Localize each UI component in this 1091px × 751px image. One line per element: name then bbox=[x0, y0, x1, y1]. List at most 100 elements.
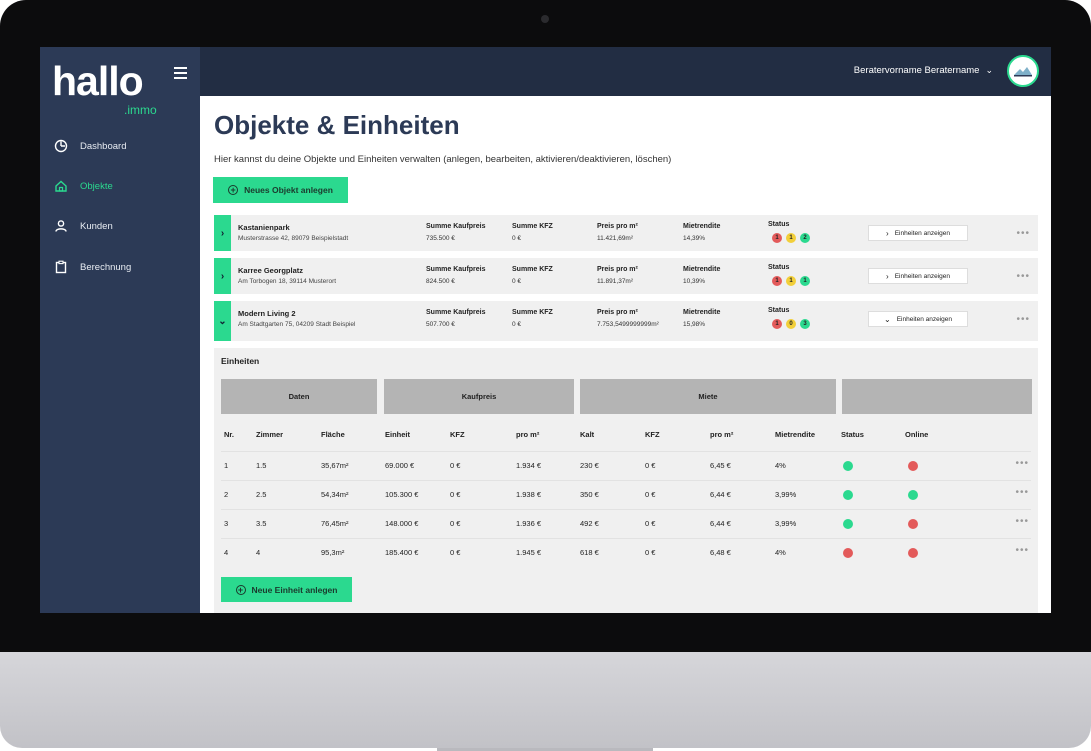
th-nr: Nr. bbox=[224, 430, 235, 439]
cell-miete-kfz: 0 € bbox=[645, 548, 656, 557]
cell-kalt: 230 € bbox=[580, 461, 599, 470]
cell-kfz: 0 € bbox=[450, 548, 461, 557]
cell-zimmer: 4 bbox=[256, 548, 261, 557]
more-options-icon[interactable]: ••• bbox=[1015, 545, 1029, 556]
value-mietrendite: 14,39% bbox=[683, 235, 706, 242]
more-options-icon[interactable]: ••• bbox=[1015, 458, 1029, 469]
cell-miete-kfz: 0 € bbox=[645, 490, 656, 499]
online-dot-red[interactable] bbox=[908, 548, 918, 558]
new-unit-button[interactable]: + Neue Einheit anlegen bbox=[221, 577, 352, 602]
cell-miete-pro-qm: 6,45 € bbox=[710, 461, 731, 470]
col-header-mietrendite: Mietrendite bbox=[683, 266, 721, 273]
cell-kfz: 0 € bbox=[450, 519, 461, 528]
chevron-right-icon: › bbox=[886, 228, 889, 238]
group-header-kaufpreis: Kaufpreis bbox=[384, 379, 574, 414]
status-badge-yellow: 1 bbox=[786, 233, 796, 243]
more-options-icon[interactable]: ••• bbox=[1015, 487, 1029, 498]
status-counts: 1 1 2 bbox=[772, 233, 810, 243]
object-row[interactable]: ⌄ Modern Living 2 Am Stadtgarten 75, 042… bbox=[214, 301, 1038, 341]
hamburger-menu-icon[interactable] bbox=[174, 67, 187, 82]
user-icon bbox=[52, 217, 70, 235]
th-mietrendite: Mietrendite bbox=[775, 430, 816, 439]
value-mietrendite: 15,98% bbox=[683, 321, 706, 328]
online-dot-red[interactable] bbox=[908, 519, 918, 529]
group-header-empty bbox=[842, 379, 1032, 414]
col-header-preis-qm: Preis pro m² bbox=[597, 223, 638, 230]
value-preis-qm: 7.753,5499999999m² bbox=[597, 321, 659, 328]
sidebar-item-objekte[interactable]: Objekte bbox=[52, 176, 113, 196]
status-badge-green: 2 bbox=[800, 233, 810, 243]
more-options-icon[interactable]: ••• bbox=[1016, 314, 1030, 325]
table-row[interactable]: 1 1.5 35,67m² 69.000 € 0 € 1.934 € 230 €… bbox=[221, 451, 1031, 481]
user-name: Beratervorname Beratername bbox=[853, 65, 980, 76]
cell-einheit: 148.000 € bbox=[385, 519, 419, 528]
cell-kalt: 350 € bbox=[580, 490, 599, 499]
more-options-icon[interactable]: ••• bbox=[1016, 271, 1030, 282]
logo: hallo bbox=[52, 58, 144, 104]
status-dot-green bbox=[843, 490, 853, 500]
col-header-preis-qm: Preis pro m² bbox=[597, 266, 638, 273]
value-preis-qm: 11.421,69m² bbox=[597, 235, 634, 242]
show-units-button[interactable]: › Einheiten anzeigen bbox=[868, 268, 968, 284]
cell-nr: 4 bbox=[224, 548, 229, 557]
cell-nr: 1 bbox=[224, 461, 229, 470]
sidebar-item-berechnung[interactable]: Berechnung bbox=[52, 257, 131, 277]
company-logo-icon bbox=[1014, 67, 1032, 77]
object-row[interactable]: › Kastanienpark Musterstrasse 42, 89079 … bbox=[214, 215, 1038, 251]
cell-zimmer: 1.5 bbox=[256, 461, 267, 470]
show-units-label: Einheiten anzeigen bbox=[894, 229, 950, 237]
cell-mietrendite: 4% bbox=[775, 461, 786, 470]
plus-circle-icon: + bbox=[228, 185, 239, 195]
status-dot-red bbox=[843, 548, 853, 558]
col-header-kfz: Summe KFZ bbox=[512, 309, 553, 316]
th-zimmer: Zimmer bbox=[256, 430, 284, 439]
new-object-label: Neues Objekt anlegen bbox=[244, 185, 333, 195]
table-row[interactable]: 2 2.5 54,34m² 105.300 € 0 € 1.938 € 350 … bbox=[221, 480, 1031, 510]
online-dot-red[interactable] bbox=[908, 461, 918, 471]
cell-mietrendite: 3,99% bbox=[775, 519, 797, 528]
cell-nr: 2 bbox=[224, 490, 229, 499]
cell-einheit: 69.000 € bbox=[385, 461, 415, 470]
new-object-button[interactable]: + Neues Objekt anlegen bbox=[213, 177, 348, 203]
th-status: Status bbox=[841, 430, 864, 439]
expand-chevron-right-icon[interactable]: › bbox=[214, 215, 231, 251]
sidebar-item-label: Berechnung bbox=[80, 261, 132, 273]
online-dot-green[interactable] bbox=[908, 490, 918, 500]
table-row[interactable]: 3 3.5 76,45m² 148.000 € 0 € 1.936 € 492 … bbox=[221, 509, 1031, 539]
clipboard-icon bbox=[52, 258, 70, 276]
cell-flaeche: 54,34m² bbox=[321, 490, 349, 499]
cell-einheit: 185.400 € bbox=[385, 548, 419, 557]
more-options-icon[interactable]: ••• bbox=[1016, 228, 1030, 239]
main-content: Objekte & Einheiten Hier kannst du deine… bbox=[200, 96, 1051, 613]
plus-circle-icon: + bbox=[235, 584, 246, 595]
chevron-down-icon: ⌄ bbox=[884, 314, 891, 324]
hide-units-button[interactable]: ⌄ Einheiten anzeigen bbox=[868, 311, 968, 327]
object-row[interactable]: › Karree Georgplatz Am Torbogen 18, 3911… bbox=[214, 258, 1038, 294]
sidebar-item-dashboard[interactable]: Dashboard bbox=[52, 136, 126, 156]
cell-nr: 3 bbox=[224, 519, 229, 528]
more-options-icon[interactable]: ••• bbox=[1015, 516, 1029, 527]
col-header-status: Status bbox=[768, 307, 790, 314]
value-preis-qm: 11.891,37m² bbox=[597, 278, 634, 285]
avatar[interactable] bbox=[1007, 55, 1039, 87]
chevron-right-icon: › bbox=[886, 271, 889, 281]
col-header-kfz: Summe KFZ bbox=[512, 266, 553, 273]
cell-miete-pro-qm: 6,44 € bbox=[710, 490, 731, 499]
value-kfz: 0 € bbox=[512, 321, 522, 328]
cell-miete-kfz: 0 € bbox=[645, 461, 656, 470]
sidebar-item-kunden[interactable]: Kunden bbox=[52, 216, 113, 236]
col-header-kaufpreis: Summe Kaufpreis bbox=[426, 309, 486, 316]
user-menu[interactable]: Beratervorname Beratername ⌄ bbox=[854, 65, 993, 76]
cell-pro-qm: 1.936 € bbox=[516, 519, 542, 528]
screen: hallo .immo Dashboard Objekte Kunden Ber… bbox=[40, 47, 1051, 613]
show-units-button[interactable]: › Einheiten anzeigen bbox=[868, 225, 968, 241]
status-badge-red: 1 bbox=[772, 276, 782, 286]
cell-pro-qm: 1.934 € bbox=[516, 461, 542, 470]
units-panel: Einheiten Daten Kaufpreis Miete Nr. Zimm… bbox=[214, 348, 1038, 613]
home-icon bbox=[52, 177, 70, 195]
object-name: Modern Living 2 bbox=[238, 309, 296, 318]
table-row[interactable]: 4 4 95,3m² 185.400 € 0 € 1.945 € 618 € 0… bbox=[221, 538, 1031, 568]
expand-chevron-right-icon[interactable]: › bbox=[214, 258, 231, 294]
expand-chevron-down-icon[interactable]: ⌄ bbox=[214, 301, 231, 341]
show-units-label: Einheiten anzeigen bbox=[896, 315, 952, 323]
